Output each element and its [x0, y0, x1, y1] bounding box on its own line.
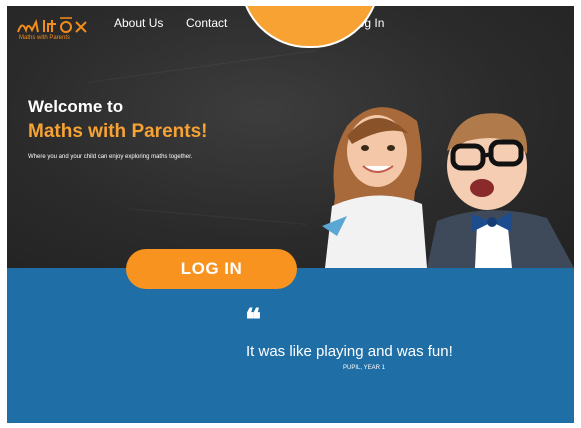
- top-nav: Maths with Parents About Us Contact Log …: [7, 6, 574, 54]
- testimonial-author: PUPIL, YEAR 1: [343, 365, 385, 371]
- welcome-heading: Welcome to: [28, 97, 124, 116]
- hero-tagline: Where you and your child can enjoy explo…: [28, 154, 193, 160]
- nav-link-about-us[interactable]: About Us: [114, 16, 163, 30]
- hero-section: Maths with Parents About Us Contact Log …: [7, 6, 574, 268]
- quote-icon: ❝: [245, 303, 262, 338]
- page-frame: Maths with Parents About Us Contact Log …: [7, 6, 574, 423]
- log-in-button[interactable]: LOG IN: [126, 249, 297, 289]
- orange-bubble-decoration: [240, 6, 380, 48]
- brand-heading: Maths with Parents!: [28, 121, 208, 142]
- chalk-mark: [127, 208, 307, 225]
- logo-text: Maths with Parents: [19, 35, 71, 41]
- nav-link-contact[interactable]: Contact: [186, 16, 227, 30]
- chalk-mark: [88, 49, 316, 84]
- testimonial-quote: It was like playing and was fun!: [246, 343, 453, 360]
- logo-icon: [17, 17, 87, 34]
- children-photo: [322, 107, 574, 268]
- site-logo[interactable]: Maths with Parents: [16, 16, 94, 42]
